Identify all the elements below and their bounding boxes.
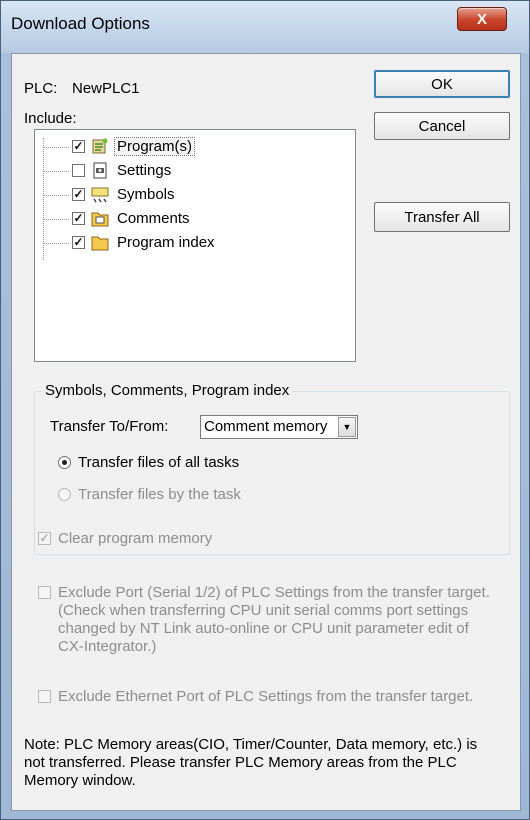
exclude-ethernet-checkbox[interactable] xyxy=(38,690,51,703)
transfer-to-from-value: Comment memory xyxy=(204,418,328,435)
exclude-port-line: CX-Integrator.) xyxy=(58,638,157,655)
radio-by-task-label: Transfer files by the task xyxy=(78,486,241,503)
exclude-port-line: Exclude Port (Serial 1/2) of PLC Setting… xyxy=(58,584,490,601)
tree-item-label: Program(s) xyxy=(113,137,196,156)
tree-connector xyxy=(43,171,69,172)
tree-item-label: Symbols xyxy=(117,186,175,203)
cancel-button-label: Cancel xyxy=(418,117,466,135)
comments-checkbox[interactable]: ✓ xyxy=(72,212,85,225)
note-line: Memory window. xyxy=(24,772,136,789)
include-tree[interactable]: ✓ Program(s) Settings ✓ Symbols ✓ Commen… xyxy=(34,129,356,362)
download-options-dialog: Download Options X PLC: NewPLC1 Include:… xyxy=(0,0,530,820)
plc-label: PLC: xyxy=(24,80,58,97)
tree-connector xyxy=(43,147,69,148)
exclude-ethernet-label: Exclude Ethernet Port of PLC Settings fr… xyxy=(58,688,474,705)
symbols-icon xyxy=(91,187,109,203)
program-icon xyxy=(92,138,108,154)
folder-icon xyxy=(91,236,109,251)
settings-checkbox[interactable] xyxy=(72,164,85,177)
comments-folder-icon xyxy=(91,212,109,227)
tree-item-label: Comments xyxy=(117,210,190,227)
program-index-checkbox[interactable]: ✓ xyxy=(72,236,85,249)
tree-connector xyxy=(43,243,69,244)
close-icon: X xyxy=(476,10,487,28)
exclude-port-line: (Check when transferring CPU unit serial… xyxy=(58,602,469,619)
title-bar[interactable]: Download Options X xyxy=(1,1,529,53)
clear-memory-label: Clear program memory xyxy=(58,530,213,547)
tree-item-symbols[interactable]: ✓ Symbols xyxy=(35,184,335,206)
radio-all-tasks[interactable] xyxy=(58,456,71,469)
plc-name: NewPLC1 xyxy=(72,80,140,97)
transfer-all-button-label: Transfer All xyxy=(404,208,480,226)
include-label: Include: xyxy=(24,110,77,127)
note-line: not transferred. Please transfer PLC Mem… xyxy=(24,754,457,771)
dialog-title: Download Options xyxy=(11,14,150,33)
transfer-to-from-select[interactable]: Comment memory ▼ xyxy=(200,415,358,439)
transfer-all-button[interactable]: Transfer All xyxy=(374,202,510,232)
clear-memory-checkbox[interactable]: ✓ xyxy=(38,532,51,545)
tree-connector xyxy=(43,195,69,196)
ok-button-label: OK xyxy=(431,75,453,93)
exclude-port-checkbox[interactable] xyxy=(38,586,51,599)
transfer-to-from-label: Transfer To/From: xyxy=(50,418,169,435)
radio-by-task[interactable] xyxy=(58,488,71,501)
note-text: Note: PLC Memory areas(CIO, Timer/Counte… xyxy=(24,736,477,790)
tree-item-program-index[interactable]: ✓ Program index xyxy=(35,232,335,254)
programs-checkbox[interactable]: ✓ xyxy=(72,140,85,153)
close-button[interactable]: X xyxy=(457,7,507,31)
exclude-port-line: changed by NT Link auto-online or CPU un… xyxy=(58,620,469,637)
tree-item-settings[interactable]: Settings xyxy=(35,160,335,182)
radio-all-tasks-label: Transfer files of all tasks xyxy=(78,454,240,471)
note-line: Note: PLC Memory areas(CIO, Timer/Counte… xyxy=(24,736,478,753)
chevron-down-icon[interactable]: ▼ xyxy=(338,417,356,437)
tree-item-label: Settings xyxy=(117,162,172,179)
tree-item-programs[interactable]: ✓ Program(s) xyxy=(35,136,335,158)
symbols-checkbox[interactable]: ✓ xyxy=(72,188,85,201)
tree-item-label: Program index xyxy=(117,234,215,251)
cancel-button[interactable]: Cancel xyxy=(374,112,510,140)
dialog-body: PLC: NewPLC1 Include: OK Cancel Transfer… xyxy=(11,53,521,811)
ok-button[interactable]: OK xyxy=(374,70,510,98)
settings-icon xyxy=(93,162,107,179)
exclude-port-text: Exclude Port (Serial 1/2) of PLC Setting… xyxy=(58,584,490,656)
tree-connector xyxy=(43,219,69,220)
group-legend: Symbols, Comments, Program index xyxy=(42,382,293,399)
tree-item-comments[interactable]: ✓ Comments xyxy=(35,208,335,230)
